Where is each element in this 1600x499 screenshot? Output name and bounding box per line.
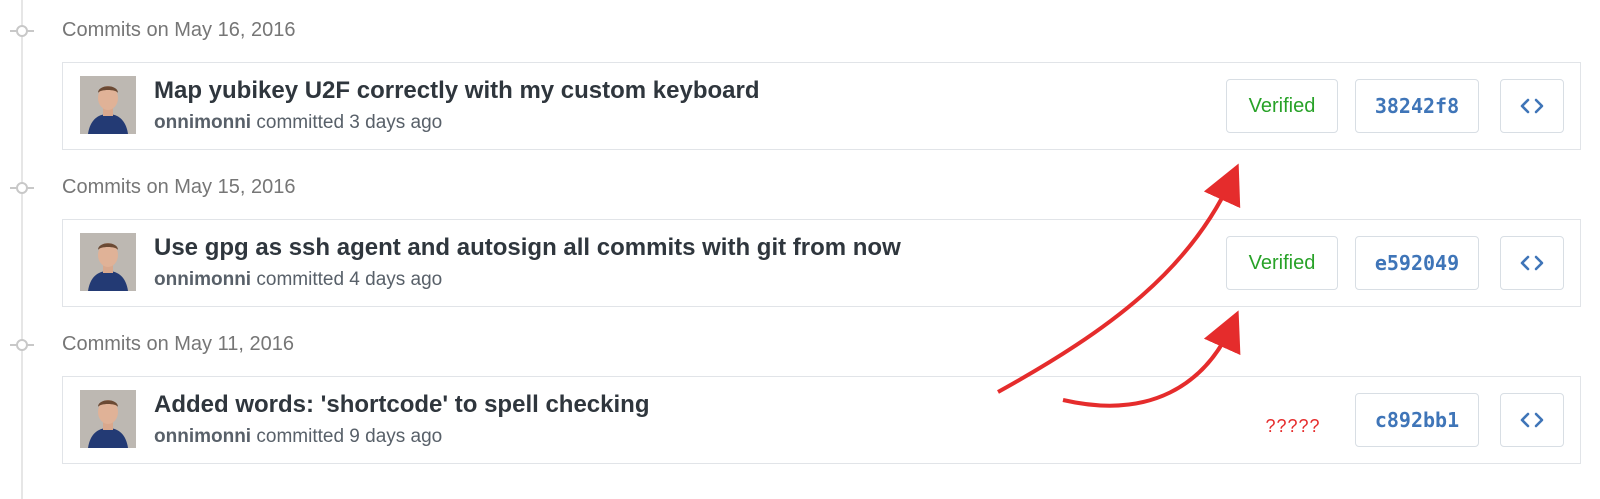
browse-files-button[interactable] [1500, 236, 1564, 290]
timeline-line [21, 0, 23, 499]
commit-meta: onnimonni committed 4 days ago [154, 269, 442, 291]
avatar-image [80, 390, 136, 448]
commit-time-text: committed 3 days ago [256, 112, 443, 133]
commit-node-icon [10, 25, 34, 37]
commit-sha-button[interactable]: 38242f8 [1355, 79, 1479, 133]
commit-message-link[interactable]: Use gpg as ssh agent and autosign all co… [154, 234, 901, 262]
date-header: Commits on May 15, 2016 [0, 173, 700, 203]
commit-node-icon [10, 182, 34, 194]
code-brackets-icon [1520, 98, 1544, 114]
browse-files-button[interactable] [1500, 79, 1564, 133]
commit-message-link[interactable]: Map yubikey U2F correctly with my custom… [154, 77, 760, 105]
commit-time-text: committed 9 days ago [256, 426, 443, 447]
date-label: Commits on May 11, 2016 [62, 333, 294, 355]
browse-files-button[interactable] [1500, 393, 1564, 447]
commit-node-icon [10, 339, 34, 351]
author-link[interactable]: onnimonni [154, 112, 251, 133]
code-brackets-icon [1520, 412, 1544, 428]
commit-meta: onnimonni committed 9 days ago [154, 426, 442, 448]
commit-meta: onnimonni committed 3 days ago [154, 112, 442, 134]
commit-item: Map yubikey U2F correctly with my custom… [62, 62, 1581, 150]
commit-time-text: committed 4 days ago [256, 269, 443, 290]
date-label: Commits on May 16, 2016 [62, 19, 296, 41]
code-brackets-icon [1520, 255, 1544, 271]
commit-sha-button[interactable]: e592049 [1355, 236, 1479, 290]
avatar[interactable] [80, 233, 136, 291]
date-header: Commits on May 11, 2016 [0, 330, 700, 360]
commit-item: Use gpg as ssh agent and autosign all co… [62, 219, 1581, 307]
verified-badge[interactable]: Verified [1226, 79, 1338, 133]
unverified-annotation: ????? [1265, 416, 1321, 436]
date-header: Commits on May 16, 2016 [0, 16, 700, 46]
commit-sha-button[interactable]: c892bb1 [1355, 393, 1479, 447]
verified-badge[interactable]: Verified [1226, 236, 1338, 290]
avatar[interactable] [80, 76, 136, 134]
commit-item: Added words: 'shortcode' to spell checki… [62, 376, 1581, 464]
commit-message-link[interactable]: Added words: 'shortcode' to spell checki… [154, 391, 649, 419]
author-link[interactable]: onnimonni [154, 269, 251, 290]
avatar[interactable] [80, 390, 136, 448]
avatar-image [80, 233, 136, 291]
date-label: Commits on May 15, 2016 [62, 176, 296, 198]
author-link[interactable]: onnimonni [154, 426, 251, 447]
avatar-image [80, 76, 136, 134]
